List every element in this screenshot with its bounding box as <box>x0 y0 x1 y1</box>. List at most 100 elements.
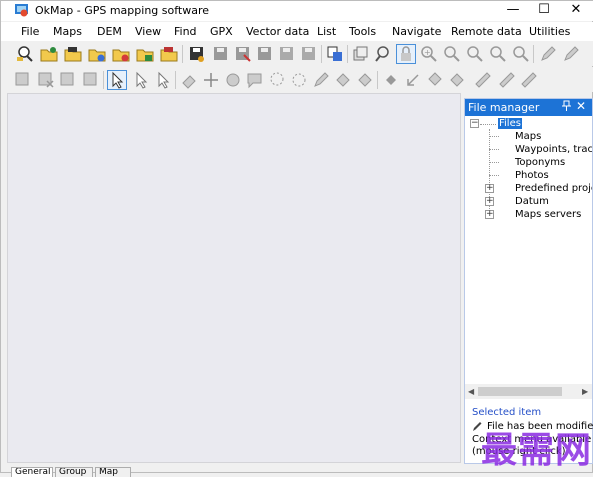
smiley-icon[interactable] <box>223 70 243 90</box>
select-arrow-icon[interactable] <box>107 70 127 90</box>
crosshair-icon[interactable] <box>201 70 221 90</box>
route-icon[interactable] <box>81 70 101 90</box>
minimize-button[interactable]: — <box>497 1 529 21</box>
waypoint-gear-icon[interactable] <box>58 70 78 90</box>
save-icon[interactable] <box>187 44 207 64</box>
tree-item-predefined-projections[interactable]: Predefined projectio <box>515 182 592 195</box>
open-folder-icon[interactable] <box>63 44 83 64</box>
menu-find[interactable]: Find <box>174 25 197 38</box>
menu-file[interactable]: File <box>21 25 39 38</box>
zoom-s-icon[interactable] <box>488 44 508 64</box>
chat-icon[interactable] <box>245 70 265 90</box>
ruler-icon[interactable] <box>473 70 493 90</box>
tree-root[interactable]: Files <box>498 117 522 130</box>
expand-icon[interactable]: + <box>485 210 494 219</box>
ruler-x-icon[interactable] <box>519 70 539 90</box>
edit-shape-icon[interactable] <box>311 70 331 90</box>
tab-map[interactable]: Map <box>95 467 131 477</box>
menu-maps[interactable]: Maps <box>53 25 82 38</box>
map-workspace[interactable] <box>7 93 461 463</box>
menu-bar: File Maps DEM View Find GPX Vector data … <box>1 22 593 41</box>
menu-remote-data[interactable]: Remote data <box>451 25 522 38</box>
collapse-icon[interactable]: − <box>470 119 479 128</box>
tree-item-maps[interactable]: Maps <box>515 130 541 143</box>
eraser-icon[interactable] <box>179 70 199 90</box>
zoom-1-icon[interactable] <box>511 44 531 64</box>
lock-icon[interactable] <box>396 44 416 64</box>
pencil-icon[interactable] <box>538 44 558 64</box>
tree-item-toponyms[interactable]: Toponyms <box>515 156 565 169</box>
zoom-in-icon[interactable]: + <box>419 44 439 64</box>
save-as-icon[interactable] <box>233 44 253 64</box>
menu-dem[interactable]: DEM <box>97 25 122 38</box>
zoom-out-icon[interactable] <box>442 44 462 64</box>
maximize-button[interactable]: ☐ <box>528 1 560 21</box>
toolbar-separator <box>347 45 348 63</box>
file-tree: − Files Maps Waypoints, tracks, r Topony… <box>465 116 592 384</box>
toolbar-separator <box>175 71 176 89</box>
menu-vector-data[interactable]: Vector data <box>246 25 309 38</box>
tree-root-label: Files <box>498 118 522 129</box>
arrow-sw-icon[interactable] <box>403 70 423 90</box>
toolbar-separator <box>103 71 104 89</box>
app-logo-icon <box>15 4 28 17</box>
search-map-icon[interactable] <box>15 44 35 64</box>
rotate-icon[interactable] <box>289 70 309 90</box>
waypoint-delete-icon[interactable] <box>36 70 56 90</box>
pin-icon[interactable] <box>425 70 445 90</box>
open-map-icon[interactable] <box>39 44 59 64</box>
open-folder-close-icon[interactable] <box>111 44 131 64</box>
diamond-icon[interactable] <box>381 70 401 90</box>
scrollbar-thumb[interactable] <box>478 387 562 396</box>
fill-icon[interactable] <box>333 70 353 90</box>
tab-group[interactable]: Group <box>55 467 93 477</box>
find-icon[interactable] <box>373 44 393 64</box>
waypoint-edit-icon[interactable] <box>13 70 33 90</box>
select-plus-icon[interactable] <box>131 70 151 90</box>
menu-tools[interactable]: Tools <box>349 25 376 38</box>
tree-connector <box>480 124 496 125</box>
menu-gpx[interactable]: GPX <box>210 25 233 38</box>
tab-general[interactable]: General <box>11 467 53 477</box>
expand-icon[interactable]: + <box>485 184 494 193</box>
save-disabled-icon[interactable] <box>277 44 297 64</box>
ruler-diagonal-icon[interactable] <box>497 70 517 90</box>
panel-close-button[interactable]: ✕ <box>576 99 586 113</box>
tree-item-waypoints[interactable]: Waypoints, tracks, r <box>515 143 592 156</box>
menu-view[interactable]: View <box>135 25 161 38</box>
expand-icon[interactable]: + <box>485 197 494 206</box>
tree-connector <box>489 149 499 150</box>
open-folder-gear-icon[interactable] <box>87 44 107 64</box>
select-box-icon[interactable] <box>153 70 173 90</box>
scroll-left-icon[interactable]: ◀ <box>468 387 474 396</box>
edit-toolbar <box>1 67 593 92</box>
copy-icon[interactable] <box>325 44 345 64</box>
pencil-settings-icon[interactable] <box>561 44 581 64</box>
measure-icon[interactable] <box>447 70 467 90</box>
open-folder-green-icon[interactable] <box>135 44 155 64</box>
save-gps-icon[interactable] <box>211 44 231 64</box>
app-window: OkMap - GPS mapping software — ☐ ✕ File … <box>0 0 593 477</box>
tree-item-maps-servers[interactable]: Maps servers <box>515 208 581 221</box>
paint-icon[interactable] <box>355 70 375 90</box>
main-toolbar: + <box>1 41 593 66</box>
menu-navigate[interactable]: Navigate <box>392 25 441 38</box>
save-export-icon[interactable] <box>255 44 275 64</box>
horizontal-scrollbar[interactable]: ◀ ▶ <box>465 384 592 399</box>
close-button[interactable]: ✕ <box>560 1 592 21</box>
lasso-icon[interactable] <box>267 70 287 90</box>
window-title: OkMap - GPS mapping software <box>35 4 210 17</box>
tree-connector <box>489 175 499 176</box>
stack-icon[interactable] <box>351 44 371 64</box>
menu-utilities[interactable]: Utilities <box>529 25 570 38</box>
open-folder-red-icon[interactable] <box>159 44 179 64</box>
pin-icon[interactable] <box>562 100 571 115</box>
zoom-fit-icon[interactable] <box>465 44 485 64</box>
scroll-right-icon[interactable]: ▶ <box>582 387 588 396</box>
selected-item-title: Selected item <box>472 407 542 418</box>
tree-item-datum[interactable]: Datum <box>515 195 549 208</box>
tree-item-photos[interactable]: Photos <box>515 169 549 182</box>
save-special-icon[interactable] <box>299 44 319 64</box>
menu-list[interactable]: List <box>317 25 336 38</box>
title-bar: OkMap - GPS mapping software — ☐ ✕ <box>1 1 593 21</box>
